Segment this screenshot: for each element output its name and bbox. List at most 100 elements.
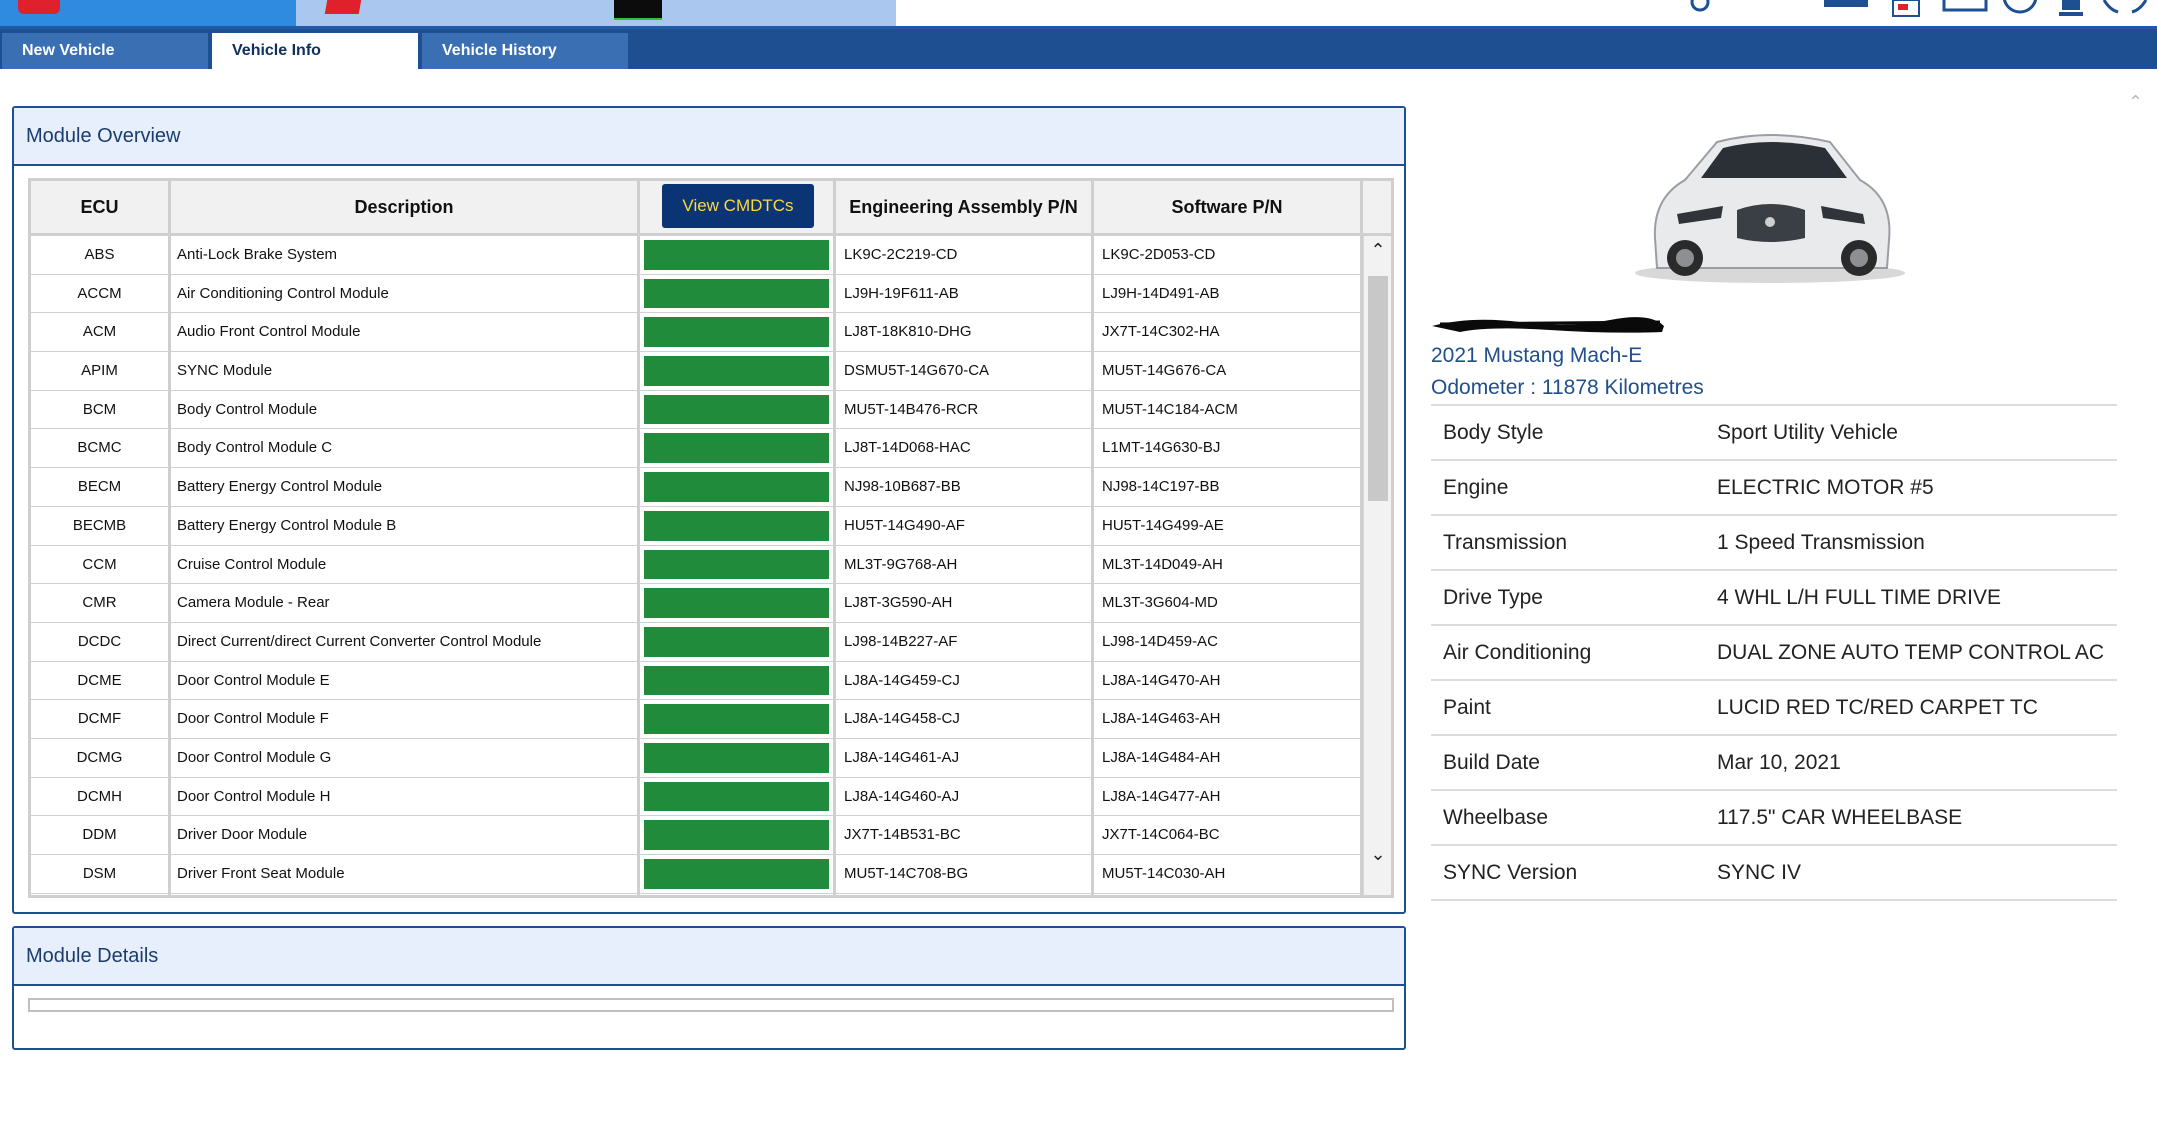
status-bar	[644, 549, 829, 580]
description-cell: Direct Current/direct Current Converter …	[171, 622, 640, 661]
software-pn-cell: LK9C-2D053-CD	[1094, 236, 1363, 274]
vehicle-icon	[18, 0, 60, 14]
scroll-thumb[interactable]	[1368, 276, 1388, 501]
spec-value: LUCID RED TC/RED CARPET TC	[1717, 696, 2038, 719]
software-pn-cell: LJ98-14D459-AC	[1094, 622, 1363, 661]
status-bar	[644, 278, 829, 309]
cmdtc-status-cell[interactable]	[640, 313, 836, 352]
toolbar-tab-datalogger[interactable]	[596, 0, 896, 26]
cmdtc-status-cell[interactable]	[640, 777, 836, 816]
view-cmdtcs-button[interactable]: View CMDTCs	[662, 184, 814, 228]
odometer: Odometer : 11878 Kilometres	[1431, 376, 1704, 399]
description-cell: Audio Digital Signal Processing Module	[171, 893, 640, 895]
cmdtc-status-cell[interactable]	[640, 390, 836, 429]
cmdtc-status-cell[interactable]	[640, 584, 836, 622]
col-ecu[interactable]: ECU	[31, 181, 171, 233]
table-row[interactable]: DCMF Door Control Module F LJ8A-14G458-CJ L…	[31, 700, 1363, 739]
nav-tabs: New Vehicle Vehicle Info Vehicle History	[0, 29, 2157, 69]
table-row[interactable]: BECM Battery Energy Control Module NJ98-10…	[31, 468, 1363, 507]
report-icon[interactable]	[1890, 0, 1924, 22]
engineering-pn-cell: ML3T-9G768-AH	[836, 545, 1094, 584]
module-overview-panel: Module Overview ECU Description View CMD…	[12, 106, 1406, 914]
col-software-pn[interactable]: Software P/N	[1094, 181, 1363, 233]
col-spacer	[1363, 181, 1391, 233]
status-bar	[644, 433, 829, 464]
cmdtc-status-cell[interactable]	[640, 661, 836, 700]
table-scrollbar[interactable]: ⌃ ⌄	[1363, 236, 1391, 895]
cmdtc-status-cell[interactable]	[640, 738, 836, 777]
status-bar	[644, 704, 829, 734]
table-row[interactable]: DSM Driver Front Seat Module MU5T-14C708-B…	[31, 855, 1363, 894]
spec-key: Drive Type	[1443, 586, 1543, 609]
table-row[interactable]: DCMG Door Control Module G LJ8A-14G461-AJ L…	[31, 738, 1363, 778]
mail-icon[interactable]	[1942, 0, 1988, 12]
cmdtc-status-cell[interactable]	[640, 236, 836, 274]
cmdtc-status-cell[interactable]	[640, 545, 836, 584]
engineering-pn-cell: HU5T-14G490-AF	[836, 506, 1094, 545]
spec-row: Air Conditioning DUAL ZONE AUTO TEMP CONT…	[1431, 626, 2117, 681]
description-cell: Cruise Control Module	[171, 545, 640, 584]
table-row[interactable]: DDM Driver Door Module JX7T-14B531-BC JX7T-…	[31, 816, 1363, 855]
table-row[interactable]: DSPAudio Digital Signal Processing Modul…	[31, 893, 1363, 895]
vehicle-specs-table: Body Style Sport Utility Vehicle Engine ELE…	[1431, 404, 2117, 901]
description-cell: Driver Front Seat Module	[171, 855, 640, 893]
description-cell: Battery Energy Control Module	[171, 468, 640, 506]
software-pn-cell: MU5T-14G676-CA	[1094, 352, 1363, 390]
spec-row: Transmission 1 Speed Transmission	[1431, 516, 2117, 571]
cmdtc-status-cell[interactable]	[640, 352, 836, 390]
cmdtc-status-cell[interactable]	[640, 893, 836, 895]
ecu-cell: DDM	[31, 816, 171, 854]
scroll-up-icon[interactable]: ⌃	[1368, 240, 1388, 260]
scroll-down-icon[interactable]: ⌄	[1368, 844, 1388, 864]
cmdtc-status-cell[interactable]	[640, 468, 836, 506]
description-cell: Body Control Module	[171, 390, 640, 429]
table-row[interactable]: ACM Audio Front Control Module LJ8T-18K810…	[31, 313, 1363, 353]
table-row[interactable]: CCM Cruise Control Module ML3T-9G768-AH ML3…	[31, 545, 1363, 585]
cmdtc-status-cell[interactable]	[640, 274, 836, 313]
cmdtc-status-cell[interactable]	[640, 855, 836, 893]
table-row[interactable]: DCME Door Control Module E LJ8A-14G459-CJ L…	[31, 661, 1363, 701]
engineering-pn-cell: LJ8A-14G458-CJ	[836, 700, 1094, 738]
ecu-cell: BECM	[31, 468, 171, 506]
table-row[interactable]: BCMC Body Control Module C LJ8T-14D068-HAC…	[31, 429, 1363, 469]
table-row[interactable]: APIM SYNC Module DSMU5T-14G670-CA MU5T-14G6…	[31, 352, 1363, 391]
tab-vehicle-info[interactable]: Vehicle Info	[212, 33, 418, 69]
software-pn-cell: LJ9H-14D491-AB	[1094, 274, 1363, 313]
col-engineering-pn[interactable]: Engineering Assembly P/N	[836, 181, 1094, 233]
table-row[interactable]: BECMB Battery Energy Control Module B HU5T…	[31, 506, 1363, 546]
ecu-cell: DCMH	[31, 777, 171, 816]
cmdtc-status-cell[interactable]	[640, 622, 836, 661]
table-row[interactable]: CMR Camera Module - Rear LJ8T-3G590-AH ML3T…	[31, 584, 1363, 623]
tab-new-vehicle[interactable]: New Vehicle	[2, 33, 208, 69]
cmdtc-status-cell[interactable]	[640, 700, 836, 738]
ecu-cell: ACM	[31, 313, 171, 352]
spec-key: Build Date	[1443, 751, 1540, 774]
status-bar	[644, 626, 829, 657]
table-row[interactable]: DCMH Door Control Module H LJ8A-14G460-AJ L…	[31, 777, 1363, 817]
cmdtc-status-cell[interactable]	[640, 816, 836, 854]
help-icon[interactable]	[1998, 0, 2042, 14]
ecu-cell: DCMG	[31, 738, 171, 777]
engineering-pn-cell: LJ8T-3G590-AH	[836, 584, 1094, 622]
table-body: ABS Anti-Lock Brake System LK9C-2C219-CD LK…	[31, 236, 1363, 895]
description-cell: Door Control Module E	[171, 661, 640, 700]
toolbar-tab-vehicle[interactable]	[0, 0, 296, 26]
window-icon[interactable]	[1824, 0, 1868, 7]
search-icon[interactable]	[1690, 0, 1714, 20]
status-bar	[644, 665, 829, 696]
spec-value: Mar 10, 2021	[1717, 751, 1841, 774]
tab-vehicle-history[interactable]: Vehicle History	[422, 33, 628, 69]
connection-icon[interactable]	[2100, 0, 2150, 16]
engineering-pn-cell: M1PT-18B849-AM	[836, 893, 1094, 895]
toolbar-tab-toolbox[interactable]	[296, 0, 596, 26]
cmdtc-status-cell[interactable]	[640, 429, 836, 468]
table-row[interactable]: ABS Anti-Lock Brake System LK9C-2C219-CD LK…	[31, 236, 1363, 275]
table-row[interactable]: DCDC Direct Current/direct Current Conver…	[31, 622, 1363, 662]
col-description[interactable]: Description	[171, 181, 640, 233]
table-row[interactable]: BCM Body Control Module MU5T-14B476-RCR MU5…	[31, 390, 1363, 430]
table-row[interactable]: ACCM Air Conditioning Control Module LJ9H-…	[31, 274, 1363, 314]
cmdtc-status-cell[interactable]	[640, 506, 836, 545]
upload-icon[interactable]	[2056, 0, 2086, 16]
page-scroll-up-icon[interactable]: ⌃	[2128, 92, 2143, 113]
engineering-pn-cell: MU5T-14C708-BG	[836, 855, 1094, 893]
